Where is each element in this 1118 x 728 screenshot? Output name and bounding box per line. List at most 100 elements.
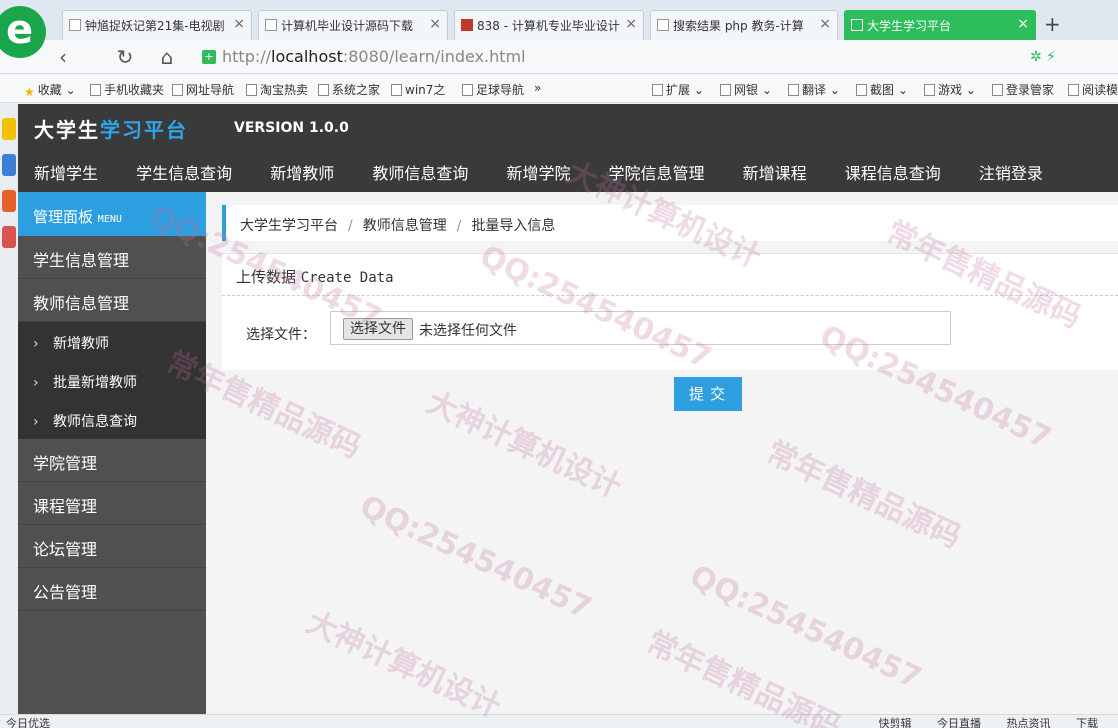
sidebar-item-notice[interactable]: 公告管理 bbox=[18, 568, 206, 611]
sidebar-subitem-batch-add-teacher[interactable]: › 批量新增教师 bbox=[18, 361, 206, 400]
status-tool[interactable]: 下载 bbox=[1076, 717, 1098, 728]
bookmark-item[interactable]: 足球导航 bbox=[462, 81, 524, 98]
browser-tab[interactable]: 838 - 计算机专业毕业设计 × bbox=[454, 10, 644, 40]
page-favicon-icon bbox=[461, 19, 473, 31]
sidebar-item-teacher-manage[interactable]: 教师信息管理 bbox=[18, 279, 206, 322]
bookmark-item[interactable]: 手机收藏夹 bbox=[90, 81, 164, 98]
watermark-text: 常年售精品源码 bbox=[640, 624, 847, 728]
sidebar-subitem-teacher-query[interactable]: › 教师信息查询 bbox=[18, 400, 206, 439]
side-app-icon[interactable] bbox=[2, 190, 16, 212]
bookmarks-more[interactable]: » bbox=[534, 81, 541, 95]
watermark-text: QQ:254540457 bbox=[684, 558, 927, 697]
watermark-text: 大神计算机设计 bbox=[420, 384, 627, 506]
new-tab-icon[interactable]: + bbox=[1044, 12, 1061, 36]
address-bar: ‹ ↻ ⌂ + http://localhost:8080/learn/inde… bbox=[0, 40, 1118, 74]
tab-label: 大学生学习平台 bbox=[867, 19, 952, 33]
tool-reader[interactable]: 阅读模 bbox=[1068, 81, 1118, 98]
sidebar-item-college[interactable]: 学院管理 bbox=[18, 439, 206, 482]
nav-teacher-query[interactable]: 教师信息查询 bbox=[372, 160, 468, 184]
submit-button[interactable]: 提交 bbox=[674, 377, 742, 411]
back-icon[interactable]: ‹ bbox=[50, 44, 76, 70]
file-status-text: 未选择任何文件 bbox=[419, 323, 517, 339]
tool-screenshot[interactable]: 截图 ⌄ bbox=[856, 81, 908, 98]
browser-tab[interactable]: 搜索结果 php 教务-计算 × bbox=[650, 10, 838, 40]
bookmark-item[interactable]: 网址导航 bbox=[172, 81, 234, 98]
watermark-text: 大神计算机设计 bbox=[300, 604, 507, 726]
sidebar-item-course[interactable]: 课程管理 bbox=[18, 482, 206, 525]
close-icon[interactable]: × bbox=[1017, 16, 1029, 32]
tool-extensions[interactable]: 扩展 ⌄ bbox=[652, 81, 704, 98]
browser-tab[interactable]: 钟馗捉妖记第21集-电视剧 × bbox=[62, 10, 252, 40]
tab-label: 搜索结果 php 教务-计算 bbox=[673, 19, 804, 33]
gamepad-icon bbox=[924, 84, 935, 96]
bookmark-item[interactable]: 淘宝热卖 bbox=[246, 81, 308, 98]
breadcrumb-separator: / bbox=[456, 218, 462, 234]
nav-college-manage[interactable]: 学院信息管理 bbox=[609, 160, 705, 184]
page-icon bbox=[318, 84, 329, 96]
secure-shield-icon: + bbox=[202, 50, 216, 64]
nav-add-college[interactable]: 新增学院 bbox=[506, 160, 570, 184]
tab-label: 838 - 计算机专业毕业设计 bbox=[477, 19, 620, 33]
upload-card: 上传数据 Create Data 选择文件： 选择文件 未选择任何文件 bbox=[222, 253, 1118, 370]
url-input[interactable]: + http://localhost:8080/learn/index.html bbox=[198, 45, 1018, 69]
browser-tab-active[interactable]: 大学生学习平台 × bbox=[844, 10, 1036, 40]
page-favicon-icon bbox=[265, 19, 277, 31]
side-app-icon[interactable] bbox=[2, 226, 16, 248]
browser-tab[interactable]: 计算机毕业设计源码下载 × bbox=[258, 10, 448, 40]
scissors-icon bbox=[856, 84, 867, 96]
grid-icon bbox=[652, 84, 663, 96]
bookmark-favorites[interactable]: ★ 收藏 ⌄ bbox=[24, 81, 76, 99]
status-tool[interactable]: 快剪辑 bbox=[879, 717, 912, 728]
bookmark-item[interactable]: 系统之家 bbox=[318, 81, 380, 98]
tool-games[interactable]: 游戏 ⌄ bbox=[924, 81, 976, 98]
close-icon[interactable]: × bbox=[233, 16, 245, 32]
close-icon[interactable]: × bbox=[819, 16, 831, 32]
tool-login-manager[interactable]: 登录管家 bbox=[992, 81, 1054, 98]
bookmarks-bar: ★ 收藏 ⌄ 手机收藏夹 网址导航 淘宝热卖 系统之家 win7之 足球导航 » … bbox=[0, 75, 1118, 103]
nav-logout[interactable]: 注销登录 bbox=[979, 160, 1043, 184]
file-input[interactable]: 选择文件 未选择任何文件 bbox=[330, 311, 951, 345]
breadcrumb-item[interactable]: 大学生学习平台 bbox=[240, 218, 338, 234]
home-icon[interactable]: ⌂ bbox=[154, 44, 180, 70]
tool-bank[interactable]: 网银 ⌄ bbox=[720, 81, 772, 98]
chevron-right-icon: › bbox=[33, 336, 39, 352]
file-field-label: 选择文件： bbox=[246, 327, 316, 343]
close-icon[interactable]: × bbox=[429, 16, 441, 32]
breadcrumb-separator: / bbox=[348, 218, 353, 234]
book-icon bbox=[1068, 84, 1079, 96]
side-app-icon[interactable] bbox=[2, 118, 16, 140]
page-icon bbox=[246, 84, 257, 96]
app-header: 大学生学习平台 VERSION 1.0.0 新增学生 学生信息查询 新增教师 教… bbox=[18, 104, 1118, 192]
sidebar-item-student-manage[interactable]: 学生信息管理 bbox=[18, 236, 206, 279]
nav-student-query[interactable]: 学生信息查询 bbox=[136, 160, 232, 184]
star-icon: ★ bbox=[24, 85, 35, 99]
accelerate-icon[interactable]: ✲ ⚡ bbox=[1030, 49, 1056, 65]
translate-icon bbox=[788, 84, 799, 96]
close-icon[interactable]: × bbox=[625, 16, 637, 32]
breadcrumb-current: 批量导入信息 bbox=[471, 218, 556, 234]
tool-translate[interactable]: 翻译 ⌄ bbox=[788, 81, 840, 98]
choose-file-button[interactable]: 选择文件 bbox=[343, 318, 413, 340]
tab-label: 计算机毕业设计源码下载 bbox=[281, 19, 414, 33]
phone-icon bbox=[90, 84, 101, 96]
reload-icon[interactable]: ↻ bbox=[112, 44, 138, 70]
status-left-text[interactable]: 今日优选 bbox=[6, 715, 50, 728]
page-favicon-icon bbox=[657, 19, 669, 31]
sidebar-submenu: › 新增教师 › 批量新增教师 › 教师信息查询 bbox=[18, 322, 206, 439]
nav-course-query[interactable]: 课程信息查询 bbox=[845, 160, 941, 184]
bookmark-item[interactable]: win7之 bbox=[391, 81, 445, 98]
nav-add-course[interactable]: 新增课程 bbox=[743, 160, 807, 184]
breadcrumb-item[interactable]: 教师信息管理 bbox=[363, 218, 447, 234]
chevron-right-icon: › bbox=[33, 414, 39, 430]
nav-add-student[interactable]: 新增学生 bbox=[34, 160, 98, 184]
side-app-icon[interactable] bbox=[2, 154, 16, 176]
browser-tab-bar: e 钟馗捉妖记第21集-电视剧 × 计算机毕业设计源码下载 × 838 - 计算… bbox=[0, 0, 1118, 58]
status-tool[interactable]: 热点资讯 bbox=[1007, 717, 1051, 728]
sidebar-subitem-add-teacher[interactable]: › 新增教师 bbox=[18, 322, 206, 361]
sidebar-item-forum[interactable]: 论坛管理 bbox=[18, 525, 206, 568]
page-icon bbox=[391, 84, 402, 96]
nav-add-teacher[interactable]: 新增教师 bbox=[270, 160, 334, 184]
status-right-tools: 快剪辑 今日直播 热点资讯 下载 bbox=[857, 715, 1099, 728]
chevron-right-icon: › bbox=[33, 375, 39, 391]
status-tool[interactable]: 今日直播 bbox=[937, 717, 981, 728]
